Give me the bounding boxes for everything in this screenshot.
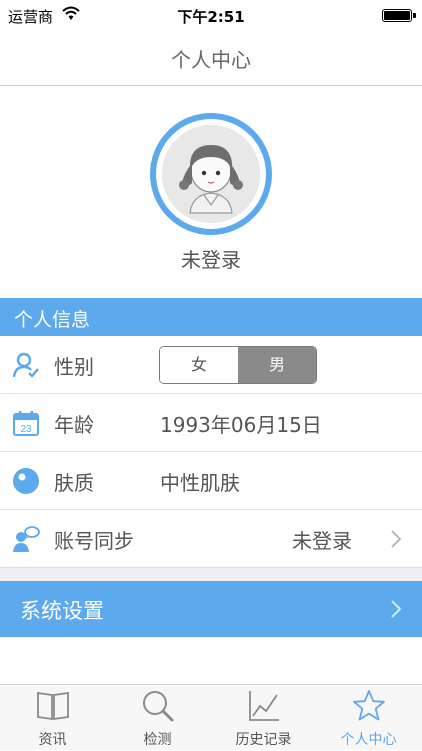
star-icon [353, 690, 385, 721]
section-header-personal-info: 个人信息 [0, 298, 422, 336]
book-icon [37, 691, 69, 721]
navigation-bar: 个人中心 [0, 30, 422, 86]
gender-segmented-control[interactable]: 女 男 [159, 346, 317, 384]
chart-icon [249, 691, 279, 721]
tab-history[interactable]: 历史记录 [211, 685, 316, 751]
tab-profile-label: 个人中心 [340, 732, 397, 748]
calendar-day-number: 23 [20, 424, 32, 435]
tab-bar: 资讯 检测 历史记录 个人中心 [0, 684, 422, 750]
age-label: 年龄 [54, 413, 94, 437]
system-settings-button[interactable]: 系统设置 [0, 581, 422, 637]
girl-avatar-icon [162, 125, 260, 223]
tab-profile[interactable]: 个人中心 [316, 685, 421, 751]
tab-detect-label: 检测 [143, 732, 172, 748]
tab-detect[interactable]: 检测 [105, 685, 210, 751]
user-chat-icon [13, 526, 40, 552]
profile-header: 未登录 [0, 86, 422, 298]
birthdate-value[interactable]: 1993年06月15日 [160, 409, 322, 438]
skin-drop-icon [13, 468, 39, 494]
account-sync-status: 未登录 [292, 529, 352, 553]
account-sync-row[interactable]: 账号同步 未登录 [0, 510, 422, 568]
section-gap [0, 567, 422, 581]
battery-icon [382, 9, 416, 22]
gender-label: 性别 [54, 355, 94, 379]
skin-type-label: 肤质 [54, 471, 94, 495]
user-check-icon [12, 352, 39, 378]
calendar-icon: 23 [13, 411, 39, 436]
gender-option-female[interactable]: 女 [160, 347, 238, 383]
status-bar: 运营商 下午2:51 [0, 0, 422, 30]
section-title: 个人信息 [14, 309, 91, 331]
tab-history-label: 历史记录 [235, 732, 292, 748]
gender-row: 性别 女 男 [0, 336, 422, 394]
avatar[interactable] [150, 113, 272, 235]
search-icon [143, 691, 174, 722]
chevron-right-icon [391, 600, 402, 618]
page-title: 个人中心 [171, 48, 251, 72]
skin-type-row[interactable]: 肤质 中性肌肤 [0, 452, 422, 510]
status-time: 下午2:51 [177, 8, 245, 26]
login-status-text[interactable]: 未登录 [0, 244, 422, 273]
tab-news[interactable]: 资讯 [0, 685, 105, 751]
age-row[interactable]: 23 年龄 1993年06月15日 [0, 394, 422, 452]
skin-type-value[interactable]: 中性肌肤 [160, 467, 240, 496]
account-sync-label: 账号同步 [54, 529, 134, 553]
tab-news-label: 资讯 [38, 732, 67, 748]
gender-option-male[interactable]: 男 [238, 347, 316, 383]
chevron-right-icon [391, 530, 402, 548]
system-settings-label: 系统设置 [20, 599, 104, 623]
